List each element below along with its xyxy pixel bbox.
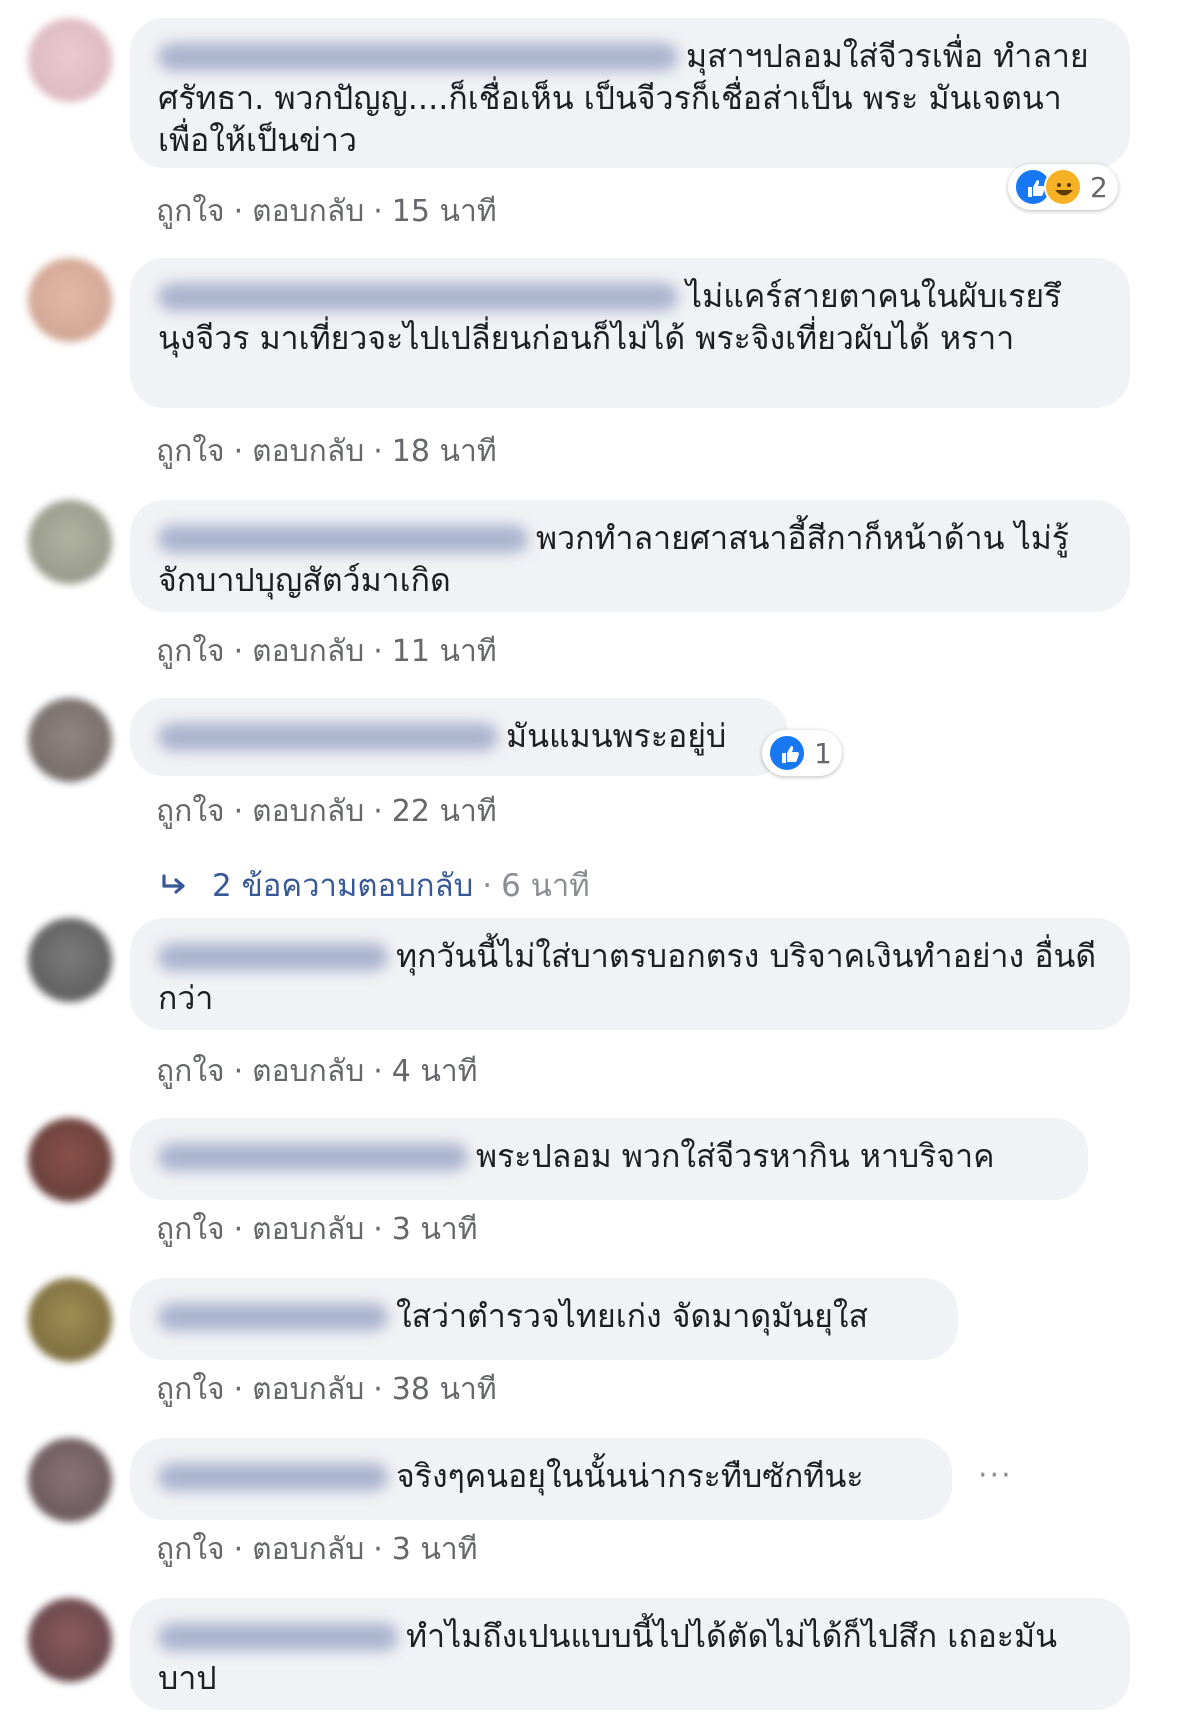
avatar[interactable] <box>28 18 112 102</box>
commenter-name[interactable] <box>158 943 388 971</box>
comment-time[interactable]: 22 นาที <box>392 794 497 829</box>
comment-bubble: ทำไมถึงเปนแบบนี้ไปได้ตัดไม่ได้ก็ไปสึก เถ… <box>130 1598 1130 1710</box>
separator-dot: · <box>233 1372 244 1407</box>
comment-meta: ถูกใจ · ตอบกลับ · 38 นาที <box>156 1366 497 1413</box>
avatar[interactable] <box>28 1118 112 1202</box>
comment-time[interactable]: 18 นาที <box>392 434 497 469</box>
comment-meta: ถูกใจ · ตอบกลับ · 3 นาที <box>156 1206 478 1253</box>
reply-link[interactable]: ตอบกลับ <box>252 1532 364 1567</box>
haha-icon <box>1044 168 1082 206</box>
like-icon <box>768 734 806 772</box>
comment-bubble: มุสาฯปลอมใส่จีวรเพื่อ ทำลายศรัทธา. พวกปั… <box>130 18 1130 168</box>
commenter-name[interactable] <box>158 1463 388 1491</box>
comment-text: พระปลอม พวกใส่จีวรหากิน หาบริจาค <box>476 1137 995 1175</box>
separator-dot: · <box>373 1212 383 1247</box>
like-link[interactable]: ถูกใจ <box>156 194 225 229</box>
commenter-name[interactable] <box>158 723 498 751</box>
avatar[interactable] <box>28 918 112 1002</box>
reaction-count: 2 <box>1090 170 1108 204</box>
separator-dot: · <box>482 868 493 904</box>
separator-dot: · <box>233 1054 244 1089</box>
like-link[interactable]: ถูกใจ <box>156 1054 225 1089</box>
replies-count[interactable]: 2 ข้อความตอบกลับ <box>212 868 473 904</box>
comment-meta: ถูกใจ · ตอบกลับ · 22 นาที <box>156 788 497 835</box>
comment-bubble: ทุกวันนี้ไม่ใส่บาตรบอกตรง บริจาคเงินทำอย… <box>130 918 1130 1030</box>
reaction-summary[interactable]: 1 <box>762 730 842 776</box>
commenter-name[interactable] <box>158 283 678 311</box>
commenter-name[interactable] <box>158 43 678 71</box>
replies-time: 6 นาที <box>501 868 590 904</box>
avatar[interactable] <box>28 1598 112 1682</box>
comment-time[interactable]: 3 นาที <box>392 1532 478 1567</box>
comment-meta: ถูกใจ · ตอบกลับ · 3 นาที <box>156 1526 478 1573</box>
avatar[interactable] <box>28 698 112 782</box>
like-link[interactable]: ถูกใจ <box>156 1372 225 1407</box>
commenter-name[interactable] <box>158 1623 398 1651</box>
more-options-icon[interactable]: ··· <box>978 1458 1013 1493</box>
comment-text: มันแมนพระอยู่บ่ <box>506 717 727 755</box>
separator-dot: · <box>373 194 383 229</box>
comment-bubble: พวกทำลายศาสนาอี้สีกาก็หน้าด้าน ไม่รู้จัก… <box>130 500 1130 612</box>
comment-bubble: พระปลอม พวกใส่จีวรหากิน หาบริจาค <box>130 1118 1088 1200</box>
commenter-name[interactable] <box>158 1143 468 1171</box>
separator-dot: · <box>233 1532 244 1567</box>
separator-dot: · <box>233 434 244 469</box>
reaction-count: 1 <box>814 736 832 770</box>
avatar[interactable] <box>28 1438 112 1522</box>
reply-link[interactable]: ตอบกลับ <box>252 1054 364 1089</box>
separator-dot: · <box>233 1212 244 1247</box>
reply-link[interactable]: ตอบกลับ <box>252 1372 364 1407</box>
separator-dot: · <box>373 1372 383 1407</box>
avatar[interactable] <box>28 258 112 342</box>
separator-dot: · <box>233 794 244 829</box>
comment-time[interactable]: 15 นาที <box>392 194 497 229</box>
avatar[interactable] <box>28 1278 112 1362</box>
comment-bubble: ไม่แคร์สายตาคนในผับเรยรึ นุงจีวร มาเที่ย… <box>130 258 1130 408</box>
separator-dot: · <box>373 1054 383 1089</box>
separator-dot: · <box>373 794 383 829</box>
comment-meta: ถูกใจ · ตอบกลับ · 18 นาที <box>156 428 497 475</box>
like-link[interactable]: ถูกใจ <box>156 794 225 829</box>
comment-meta: ถูกใจ · ตอบกลับ · 15 นาที <box>156 188 497 235</box>
avatar[interactable] <box>28 500 112 584</box>
like-link[interactable]: ถูกใจ <box>156 1212 225 1247</box>
commenter-name[interactable] <box>158 1303 388 1331</box>
comment-meta: ถูกใจ · ตอบกลับ · 4 นาที <box>156 1048 478 1095</box>
comment-time[interactable]: 3 นาที <box>392 1212 478 1247</box>
comment-text: ใสว่าตำรวจไทยเก่ง จัดมาดุมันยุใส <box>396 1297 869 1335</box>
comment-meta: ถูกใจ · ตอบกลับ · 11 นาที <box>156 628 497 675</box>
separator-dot: · <box>233 634 244 669</box>
separator-dot: · <box>373 634 383 669</box>
reply-link[interactable]: ตอบกลับ <box>252 1212 364 1247</box>
separator-dot: · <box>373 1532 383 1567</box>
comment-time[interactable]: 38 นาที <box>392 1372 497 1407</box>
like-link[interactable]: ถูกใจ <box>156 434 225 469</box>
comment-text: จริงๆคนอยุในนั้นน่ากระทืบซักทีนะ <box>396 1457 864 1495</box>
like-link[interactable]: ถูกใจ <box>156 634 225 669</box>
separator-dot: · <box>373 434 383 469</box>
commenter-name[interactable] <box>158 525 528 553</box>
reply-arrow-icon <box>160 870 190 906</box>
reply-link[interactable]: ตอบกลับ <box>252 794 364 829</box>
reaction-summary[interactable]: 2 <box>1008 164 1118 210</box>
reply-link[interactable]: ตอบกลับ <box>252 634 364 669</box>
comment-time[interactable]: 11 นาที <box>392 634 497 669</box>
reply-link[interactable]: ตอบกลับ <box>252 194 364 229</box>
view-replies-link[interactable]: 2 ข้อความตอบกลับ · 6 นาที <box>160 860 590 910</box>
comment-bubble: จริงๆคนอยุในนั้นน่ากระทืบซักทีนะ <box>130 1438 952 1520</box>
reply-link[interactable]: ตอบกลับ <box>252 434 364 469</box>
comment-bubble: ใสว่าตำรวจไทยเก่ง จัดมาดุมันยุใส <box>130 1278 958 1360</box>
separator-dot: · <box>233 194 244 229</box>
like-link[interactable]: ถูกใจ <box>156 1532 225 1567</box>
comment-bubble: มันแมนพระอยู่บ่ <box>130 698 788 776</box>
comment-time[interactable]: 4 นาที <box>392 1054 478 1089</box>
